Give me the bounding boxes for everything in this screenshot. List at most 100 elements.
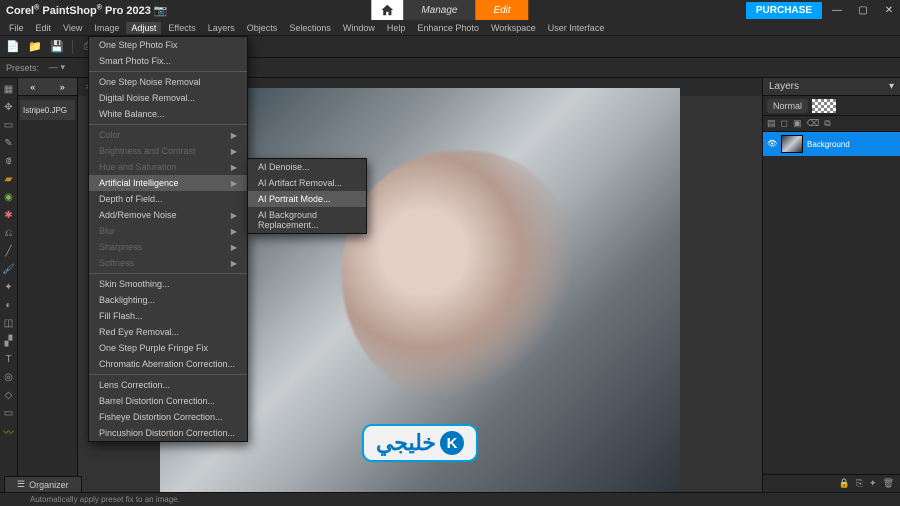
lighten-darken-icon[interactable]: ◐ <box>2 298 16 312</box>
menu-view[interactable]: View <box>58 22 87 34</box>
open-folder-icon[interactable]: 📁 <box>28 40 42 54</box>
mi-fisheye-distortion[interactable]: Fisheye Distortion Correction... <box>89 409 247 425</box>
navigator-tab[interactable]: » <box>48 78 78 95</box>
new-layer-icon[interactable]: ▤ <box>767 118 776 129</box>
makeover-tool-icon[interactable]: ✱ <box>2 208 16 222</box>
mi-lens-correction[interactable]: Lens Correction... <box>89 377 247 393</box>
clone-tool-icon[interactable]: ⎌ <box>2 226 16 240</box>
adjust-dropdown-menu: One Step Photo Fix Smart Photo Fix... On… <box>88 36 248 442</box>
layer-lock-icon[interactable]: 🔒 <box>839 478 850 489</box>
mi-color[interactable]: Color▶ <box>89 127 247 143</box>
layer-row-background[interactable]: 👁 Background <box>763 132 900 156</box>
mi-barrel-distortion[interactable]: Barrel Distortion Correction... <box>89 393 247 409</box>
submenu-arrow-icon: ▶ <box>231 163 237 172</box>
mi-chromatic-aberration[interactable]: Chromatic Aberration Correction... <box>89 356 247 372</box>
menu-effects[interactable]: Effects <box>163 22 200 34</box>
duplicate-layer-icon[interactable]: ⧉ <box>824 118 830 129</box>
text-tool-icon[interactable]: T <box>2 352 16 366</box>
mi-blur[interactable]: Blur▶ <box>89 223 247 239</box>
new-group-icon[interactable]: ▣ <box>793 118 802 129</box>
menu-workspace[interactable]: Workspace <box>486 22 541 34</box>
mi-softness[interactable]: Softness▶ <box>89 255 247 271</box>
menu-edit[interactable]: Edit <box>31 22 57 34</box>
save-icon[interactable]: 💾 <box>50 40 64 54</box>
organizer-tab[interactable]: ☰ Organizer <box>4 476 82 492</box>
mi-pincushion-distortion[interactable]: Pincushion Distortion Correction... <box>89 425 247 441</box>
shape-tool-icon[interactable]: ◇ <box>2 388 16 402</box>
dropper-tool-icon[interactable]: ✎ <box>2 136 16 150</box>
move-tool-icon[interactable]: ✥ <box>2 100 16 114</box>
presets-dropdown[interactable]: — ▾ <box>49 62 65 73</box>
new-mask-icon[interactable]: ◻ <box>781 118 788 129</box>
opacity-preview <box>812 99 836 113</box>
mi-ai-denoise[interactable]: AI Denoise... <box>248 159 366 175</box>
paint-brush-icon[interactable]: 🖌 <box>2 262 16 276</box>
mi-hue-saturation[interactable]: Hue and Saturation▶ <box>89 159 247 175</box>
purchase-button[interactable]: PURCHASE <box>746 2 822 19</box>
menu-user-interface[interactable]: User Interface <box>543 22 610 34</box>
oil-brush-icon[interactable]: 〰 <box>2 424 16 438</box>
delete-layer-icon[interactable]: ⌫ <box>807 118 820 129</box>
home-button[interactable] <box>371 0 403 20</box>
airbrush-icon[interactable]: ✦ <box>2 280 16 294</box>
mi-brightness-contrast[interactable]: Brightness and Contrast▶ <box>89 143 247 159</box>
submenu-arrow-icon: ▶ <box>231 147 237 156</box>
mi-red-eye-removal[interactable]: Red Eye Removal... <box>89 324 247 340</box>
layer-style-icon[interactable]: ✦ <box>869 478 877 489</box>
mi-white-balance[interactable]: White Balance... <box>89 106 247 122</box>
mi-smart-photo-fix[interactable]: Smart Photo Fix... <box>89 53 247 69</box>
menu-enhance-photo[interactable]: Enhance Photo <box>412 22 484 34</box>
submenu-arrow-icon: ▶ <box>231 131 237 140</box>
mi-backlighting[interactable]: Backlighting... <box>89 292 247 308</box>
picture-tube-icon[interactable]: ◎ <box>2 370 16 384</box>
menu-layers[interactable]: Layers <box>203 22 240 34</box>
menu-file[interactable]: File <box>4 22 29 34</box>
visibility-icon[interactable]: 👁 <box>767 139 777 149</box>
menu-objects[interactable]: Objects <box>242 22 283 34</box>
mi-depth-of-field[interactable]: Depth of Field... <box>89 191 247 207</box>
mi-artificial-intelligence[interactable]: Artificial Intelligence▶ <box>89 175 247 191</box>
document-tab[interactable]: Istripe0.JPG <box>20 100 75 120</box>
mi-ai-portrait-mode[interactable]: AI Portrait Mode... <box>248 191 366 207</box>
ai-submenu: AI Denoise... AI Artifact Removal... AI … <box>247 158 367 234</box>
menu-help[interactable]: Help <box>382 22 411 34</box>
crop-tool-icon[interactable]: ⟃ <box>2 154 16 168</box>
mi-digital-noise-removal[interactable]: Digital Noise Removal... <box>89 90 247 106</box>
layer-trash-icon[interactable]: 🗑 <box>883 478 894 489</box>
menu-separator <box>89 71 247 72</box>
mi-skin-smoothing[interactable]: Skin Smoothing... <box>89 276 247 292</box>
new-file-icon[interactable]: 📄 <box>6 40 20 54</box>
mi-one-step-photo-fix[interactable]: One Step Photo Fix <box>89 37 247 53</box>
menu-selections[interactable]: Selections <box>284 22 336 34</box>
menu-adjust[interactable]: Adjust <box>126 22 161 34</box>
title-bar: Corel® PaintShop® Pro 2023 📷 Manage Edit… <box>0 0 900 20</box>
mode-manage-button[interactable]: Manage <box>403 0 475 20</box>
mode-edit-button[interactable]: Edit <box>475 0 528 20</box>
selection-tool-icon[interactable]: ▭ <box>2 118 16 132</box>
maximize-button[interactable]: ▢ <box>852 0 874 20</box>
menu-image[interactable]: Image <box>89 22 124 34</box>
mi-ai-background-replacement[interactable]: AI Background Replacement... <box>248 207 366 233</box>
blend-mode-dropdown[interactable]: Normal <box>767 99 808 113</box>
close-button[interactable]: ✕ <box>878 0 900 20</box>
eraser-tool-icon[interactable]: ◫ <box>2 316 16 330</box>
mi-sharpness[interactable]: Sharpness▶ <box>89 239 247 255</box>
history-tab[interactable]: « <box>18 78 48 95</box>
flood-fill-icon[interactable]: ▞ <box>2 334 16 348</box>
scratch-tool-icon[interactable]: ╱ <box>2 244 16 258</box>
submenu-arrow-icon: ▶ <box>231 227 237 236</box>
frame-tool-icon[interactable]: ▭ <box>2 406 16 420</box>
panel-menu-icon[interactable]: ▾ <box>889 81 894 92</box>
mi-one-step-noise-removal[interactable]: One Step Noise Removal <box>89 74 247 90</box>
minimize-button[interactable]: — <box>826 0 848 20</box>
mi-one-step-purple-fringe[interactable]: One Step Purple Fringe Fix <box>89 340 247 356</box>
menu-window[interactable]: Window <box>338 22 380 34</box>
pan-tool-icon[interactable]: ▦ <box>2 82 16 96</box>
mi-add-remove-noise[interactable]: Add/Remove Noise▶ <box>89 207 247 223</box>
menu-separator <box>89 374 247 375</box>
mi-ai-artifact-removal[interactable]: AI Artifact Removal... <box>248 175 366 191</box>
red-eye-tool-icon[interactable]: ◉ <box>2 190 16 204</box>
layer-link-icon[interactable]: ⎘ <box>856 478 863 489</box>
mi-fill-flash[interactable]: Fill Flash... <box>89 308 247 324</box>
straighten-tool-icon[interactable]: ▰ <box>2 172 16 186</box>
